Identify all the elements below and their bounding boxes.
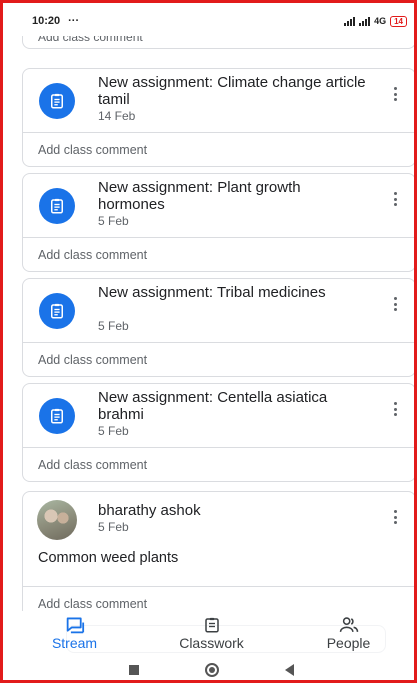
assignment-date: 5 Feb bbox=[98, 214, 129, 228]
android-system-navigation bbox=[6, 657, 414, 680]
assignment-card[interactable]: New assignment: Tribal medicines 5 Feb A… bbox=[22, 278, 414, 377]
assignment-title[interactable]: New assignment: Climate change article t… bbox=[98, 74, 368, 108]
more-vert-icon[interactable] bbox=[385, 83, 405, 105]
assignment-date: 5 Feb bbox=[98, 424, 129, 438]
post-author: bharathy ashok bbox=[98, 502, 201, 519]
tab-people-label: People bbox=[326, 635, 371, 651]
assignment-icon bbox=[39, 398, 75, 434]
more-vert-icon[interactable] bbox=[385, 293, 405, 315]
assignment-date: 5 Feb bbox=[98, 319, 129, 333]
partial-comment-text: Add class comment bbox=[38, 36, 143, 44]
add-class-comment-button[interactable]: Add class comment bbox=[23, 586, 414, 611]
battery-icon: 14 bbox=[390, 15, 407, 27]
assignment-date: 14 Feb bbox=[98, 109, 136, 123]
add-class-comment-label: Add class comment bbox=[38, 457, 148, 472]
signal-icon bbox=[344, 16, 356, 26]
add-class-comment-button[interactable]: Add class comment bbox=[23, 237, 414, 271]
assignment-icon bbox=[39, 188, 75, 224]
classwork-icon bbox=[202, 616, 222, 634]
post-text: Common weed plants bbox=[38, 550, 179, 566]
add-class-comment-button[interactable]: Add class comment bbox=[23, 342, 414, 376]
home-icon[interactable] bbox=[205, 663, 219, 677]
add-class-comment-label: Add class comment bbox=[38, 247, 148, 262]
add-class-comment-button[interactable]: Add class comment bbox=[23, 447, 414, 481]
recent-apps-icon[interactable] bbox=[129, 665, 139, 675]
add-class-comment-label: Add class comment bbox=[38, 352, 148, 367]
battery-level: 14 bbox=[394, 16, 403, 26]
class-stream[interactable]: Add class comment New assignment: Climat… bbox=[6, 36, 414, 611]
status-bar: 10:20 ··· 4G 14 bbox=[6, 6, 414, 36]
post-date: 5 Feb bbox=[98, 520, 129, 534]
status-time: 10:20 bbox=[32, 15, 61, 27]
tab-stream-label: Stream bbox=[51, 635, 98, 651]
more-vert-icon[interactable] bbox=[385, 506, 405, 528]
assignment-card[interactable]: New assignment: Climate change article t… bbox=[22, 68, 414, 167]
tab-people[interactable]: People bbox=[280, 611, 414, 657]
assignment-icon bbox=[39, 293, 75, 329]
back-icon[interactable] bbox=[285, 664, 294, 676]
assignment-title[interactable]: New assignment: Tribal medicines bbox=[98, 284, 368, 301]
screenshot-frame: 10:20 ··· 4G 14 Add class comment New as… bbox=[0, 0, 417, 683]
bottom-navigation: Stream Classwork People bbox=[6, 611, 414, 657]
avatar[interactable] bbox=[37, 500, 77, 540]
add-class-comment-label: Add class comment bbox=[38, 596, 148, 611]
more-vert-icon[interactable] bbox=[385, 398, 405, 420]
tab-classwork-label: Classwork bbox=[179, 635, 244, 651]
more-vert-icon[interactable] bbox=[385, 188, 405, 210]
tab-classwork[interactable]: Classwork bbox=[143, 611, 280, 657]
announcement-card[interactable]: bharathy ashok 5 Feb Common weed plants … bbox=[22, 491, 414, 611]
partial-card-comment[interactable]: Add class comment bbox=[22, 36, 414, 49]
assignment-title[interactable]: New assignment: Plant growth hormones bbox=[98, 179, 368, 213]
network-type: 4G bbox=[374, 16, 387, 26]
status-notification-dots: ··· bbox=[68, 15, 80, 27]
add-class-comment-label: Add class comment bbox=[38, 142, 148, 157]
assignment-title[interactable]: New assignment: Centella asiatica brahmi bbox=[98, 389, 368, 423]
tab-stream[interactable]: Stream bbox=[6, 611, 143, 657]
stream-icon bbox=[65, 616, 85, 634]
assignment-card[interactable]: New assignment: Plant growth hormones 5 … bbox=[22, 173, 414, 272]
assignment-icon bbox=[39, 83, 75, 119]
people-icon bbox=[339, 616, 359, 634]
signal-2-icon bbox=[359, 16, 371, 26]
assignment-card[interactable]: New assignment: Centella asiatica brahmi… bbox=[22, 383, 414, 482]
add-class-comment-button[interactable]: Add class comment bbox=[23, 132, 414, 166]
